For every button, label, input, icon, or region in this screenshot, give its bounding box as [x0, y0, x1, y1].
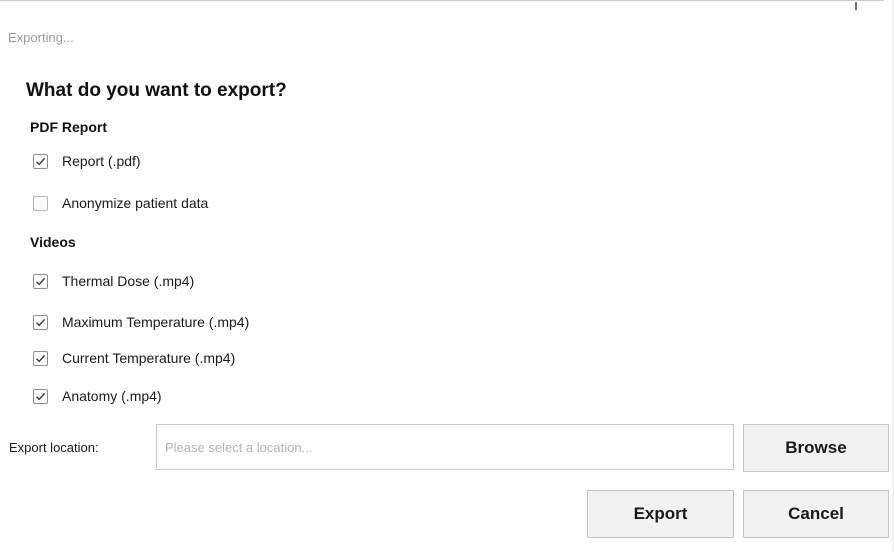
checkmark-icon [36, 354, 46, 362]
export-location-input[interactable] [156, 424, 734, 470]
window-corner-mark [855, 2, 857, 10]
checkmark-icon [36, 157, 46, 165]
checkmark-icon [36, 392, 46, 400]
top-border [0, 0, 884, 1]
checkbox-box[interactable] [33, 273, 48, 289]
checkmark-icon [36, 318, 46, 326]
checkbox-anonymize-patient-data[interactable]: Anonymize patient data [33, 193, 208, 213]
checkbox-label: Current Temperature (.mp4) [62, 350, 236, 366]
checkbox-label: Anatomy (.mp4) [62, 388, 162, 404]
checkbox-label: Report (.pdf) [62, 153, 141, 169]
checkbox-box[interactable] [33, 388, 48, 404]
checkbox-label: Maximum Temperature (.mp4) [62, 314, 250, 330]
checkbox-maximum-temperature[interactable]: Maximum Temperature (.mp4) [33, 312, 249, 332]
cancel-button[interactable]: Cancel [743, 490, 889, 538]
dialog-heading: What do you want to export? [26, 80, 287, 101]
checkbox-anatomy[interactable]: Anatomy (.mp4) [33, 386, 162, 406]
checkbox-box[interactable] [33, 350, 48, 366]
checkbox-box[interactable] [33, 314, 48, 330]
browse-button[interactable]: Browse [743, 424, 889, 472]
checkbox-thermal-dose[interactable]: Thermal Dose (.mp4) [33, 271, 194, 291]
checkbox-report-pdf[interactable]: Report (.pdf) [33, 151, 141, 171]
checkbox-current-temperature[interactable]: Current Temperature (.mp4) [33, 348, 235, 368]
checkmark-icon [36, 277, 46, 285]
section-title-pdf-report: PDF Report [30, 119, 107, 135]
section-title-videos: Videos [30, 234, 76, 250]
export-dialog: Exporting... What do you want to export?… [0, 0, 894, 552]
checkbox-label: Anonymize patient data [62, 195, 209, 211]
export-location-label: Export location: [9, 440, 99, 455]
checkbox-box[interactable] [33, 153, 48, 169]
status-text: Exporting... [8, 30, 74, 45]
checkbox-label: Thermal Dose (.mp4) [62, 273, 195, 289]
checkbox-box[interactable] [33, 195, 48, 211]
export-button[interactable]: Export [587, 490, 734, 538]
